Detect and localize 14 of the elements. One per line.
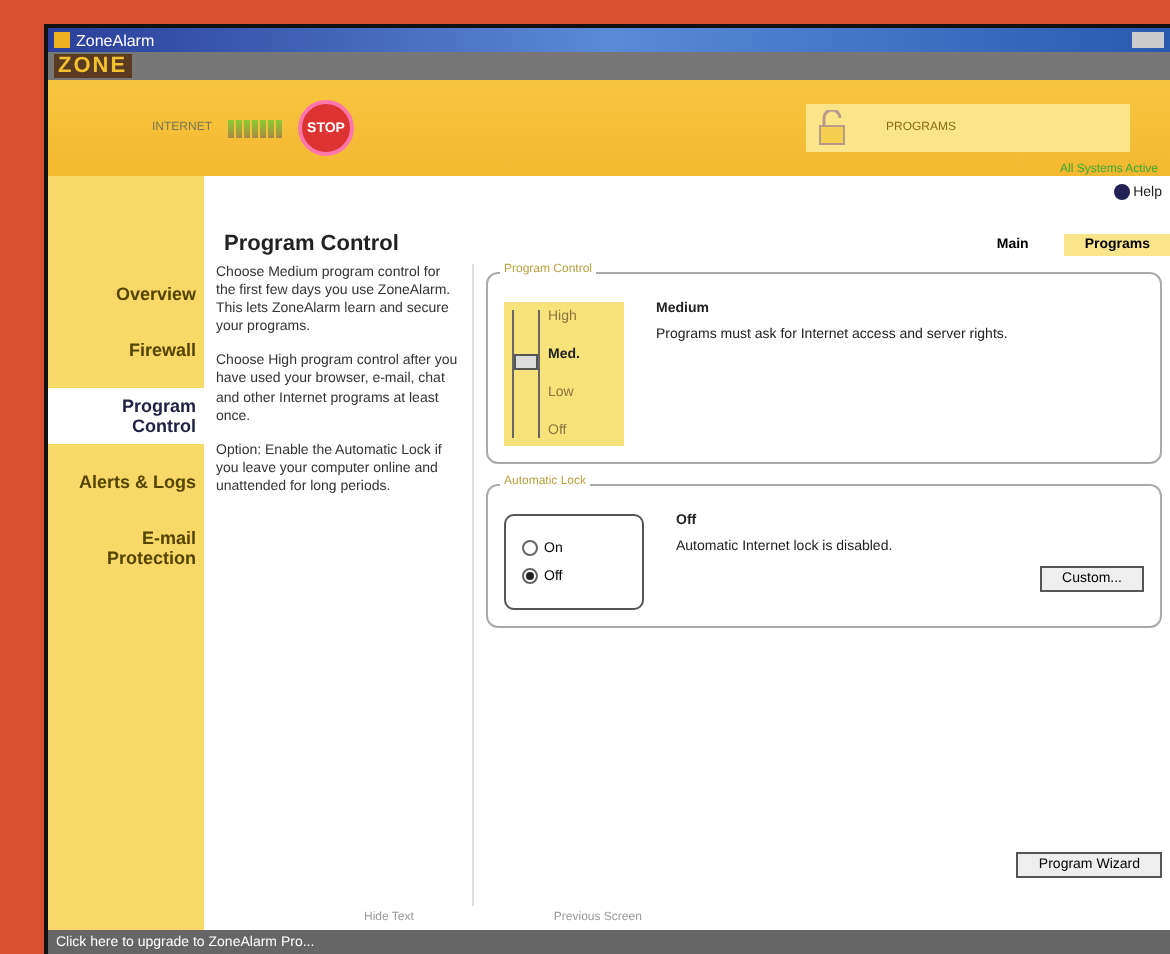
app-icon (54, 32, 70, 48)
traffic-meter-icon (228, 119, 282, 137)
window-title: ZoneAlarm (76, 31, 155, 49)
sidebar-item[interactable]: Alerts & Logs (48, 464, 204, 500)
slider-thumb[interactable] (514, 354, 538, 370)
help-icon[interactable] (1113, 184, 1130, 200)
radio-button[interactable] (522, 540, 538, 556)
sidebar-item[interactable]: Overview (48, 276, 204, 312)
sidebar-item[interactable]: Firewall (48, 332, 204, 368)
radio-button[interactable] (522, 568, 538, 584)
page-title: Program Control (224, 232, 399, 256)
sidebar-item[interactable]: Program Control (48, 388, 204, 444)
app-logo: ZONE (54, 54, 132, 78)
sidebar-item[interactable]: E-mail Protection (48, 520, 204, 576)
